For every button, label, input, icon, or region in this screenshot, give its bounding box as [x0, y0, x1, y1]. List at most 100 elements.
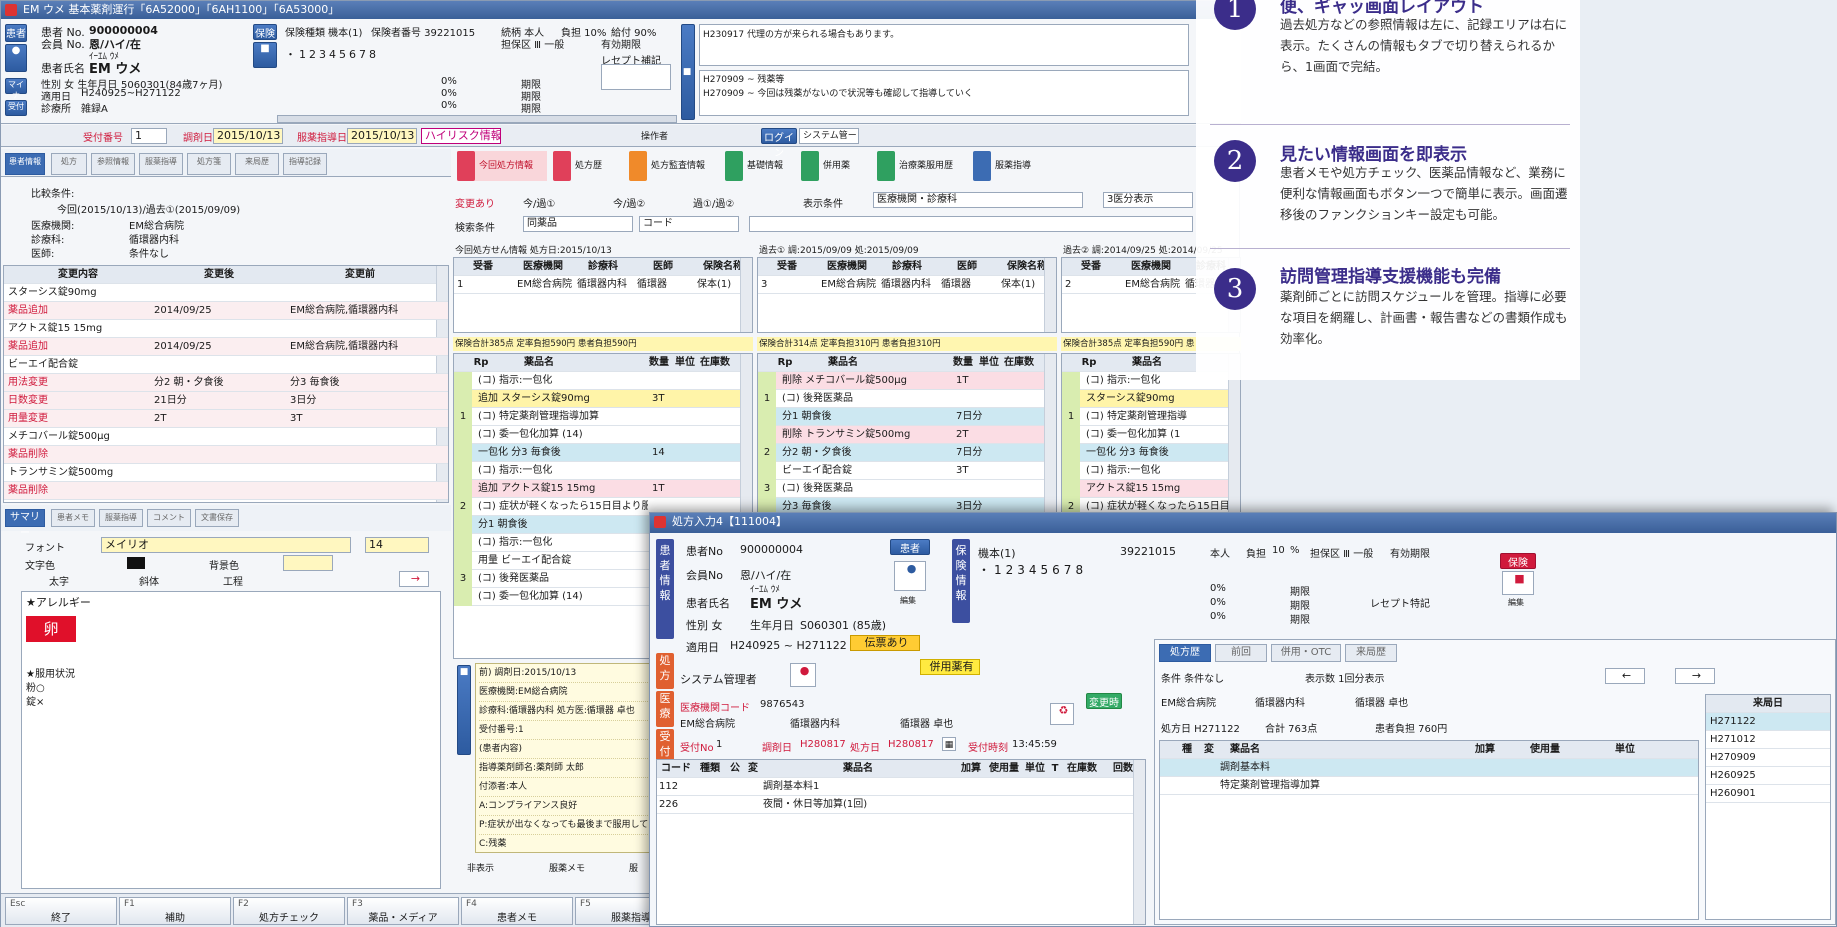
highrisk-button[interactable]: ハイリスク情報	[421, 128, 501, 144]
radio-now-past1[interactable]: 今/過①	[523, 195, 555, 210]
changes-row[interactable]: トランサミン錠500mg	[4, 464, 448, 482]
tab-rx[interactable]: 処方	[51, 153, 87, 175]
tab-comment[interactable]: コメント	[147, 509, 191, 527]
ov-grid-row[interactable]: 226 夜間・休日等加算(1回)	[657, 796, 1145, 814]
ov-pharmacist-icon[interactable]: ●	[790, 663, 816, 687]
ov-visit-date[interactable]: H260901	[1706, 785, 1830, 803]
rx-drug-row[interactable]: スターシス錠90mg	[1062, 390, 1240, 408]
search-cond-select[interactable]: 同薬品	[523, 216, 633, 232]
changes-row[interactable]: 用法変更 分2 朝・夕食後 分3 毎食後	[4, 374, 448, 392]
rx-drug-row[interactable]: 削除 トランサミン錠500mg 2T	[758, 426, 1056, 444]
rx-drug-row[interactable]: (コ) 指示:一包化	[454, 372, 752, 390]
changes-row[interactable]: 薬品追加 2014/09/25 EM総合病院,循環器内科	[4, 302, 448, 320]
changes-row[interactable]: 用量変更 2T 3T	[4, 410, 448, 428]
tab-record[interactable]: 指導記録	[283, 153, 327, 175]
ov-recycle-icon[interactable]: ♻	[1050, 703, 1074, 725]
rx-drug-row[interactable]: 2 分2 朝・夕食後 7日分	[758, 444, 1056, 462]
ov-tab-visits[interactable]: 来局歴	[1345, 644, 1397, 662]
concomitant-button[interactable]: 併用薬	[801, 151, 871, 181]
italic-checkbox[interactable]: 斜体	[139, 573, 159, 588]
memo-box-2[interactable]: H270909 ~ 残薬等 H270909 ~ 今回は残薬がないので状況等も確認…	[699, 70, 1189, 116]
changes-row[interactable]: ビーエイ配合錠	[4, 356, 448, 374]
treatment-history-button[interactable]: 治療薬服用歴	[877, 151, 967, 181]
tab-visit[interactable]: 来局歴	[235, 153, 279, 175]
ov-concomitant-status[interactable]: 併用薬有	[920, 659, 980, 675]
ov-visit-date[interactable]: H260925	[1706, 767, 1830, 785]
dispense-date-field[interactable]: 2015/10/13	[213, 128, 283, 144]
ov-tab-rx-history[interactable]: 処方歴	[1159, 644, 1211, 662]
insurance-tag[interactable]: 保険	[253, 24, 277, 40]
ov-patient-avatar[interactable]: ●	[894, 561, 926, 591]
rx-drug-row[interactable]: アクトス錠15 15mg1T	[1062, 480, 1240, 498]
changes-row[interactable]: メチコバール錠500μg	[4, 428, 448, 446]
summary-textarea[interactable]: ★アレルギー 卵 ★服用状況 粉○ 錠×	[21, 591, 441, 889]
tab-summary[interactable]: サマリー	[5, 509, 45, 539]
rx-drug-row[interactable]: 1 (コ) 特定薬剤管理指導	[1062, 408, 1240, 426]
ov-memo-button[interactable]: 伝票あり	[850, 635, 920, 651]
rx-visit-row[interactable]: 3 EM総合病院 循環器内科 循環器 保本(1)	[758, 276, 1056, 294]
ov-ins-button[interactable]: 保険	[1500, 553, 1536, 569]
code-search-input[interactable]	[749, 216, 1193, 232]
rx-drug-row[interactable]: (コ) 委一包化加算 (1	[1062, 426, 1240, 444]
rx-drug-row[interactable]: 1 (コ) 後発医薬品	[758, 390, 1056, 408]
function-key[interactable]: F4 患者メモ	[461, 897, 573, 925]
guidance-button[interactable]: 服薬指導	[973, 151, 1053, 181]
ov-visit-date[interactable]: H270909	[1706, 749, 1830, 767]
reception-tag[interactable]: 受付	[5, 100, 27, 116]
font-size-select[interactable]: 14	[365, 537, 429, 553]
function-key[interactable]: F1 補助	[119, 897, 231, 925]
ov-ins-edit[interactable]: 編集	[1508, 597, 1524, 608]
changes-row[interactable]: 薬品追加 2014/09/25 EM総合病院,循環器内科	[4, 338, 448, 356]
underline-checkbox[interactable]: 工程	[223, 573, 243, 588]
rx-visit-scrollbar[interactable]	[1044, 258, 1056, 332]
system-user-field[interactable]: システム管ー	[799, 128, 859, 144]
memo-box-1[interactable]: H230917 代理の方が来られる場合もあります。	[699, 24, 1189, 66]
tab-patient-memo[interactable]: 患者メモ	[51, 509, 95, 527]
login-button[interactable]: ログイン	[761, 128, 797, 159]
rx-drug-row[interactable]: 一包化 分3 毎食後14	[1062, 444, 1240, 462]
ov-patient-button[interactable]: 患者	[890, 539, 930, 555]
ov-next-button[interactable]: →	[1675, 668, 1715, 684]
radio-memo[interactable]: 服薬メモ	[549, 861, 585, 874]
rx-history-button[interactable]: 処方歴	[553, 151, 623, 181]
changes-row[interactable]: アクトス錠15 15mg	[4, 320, 448, 338]
rx-drug-row[interactable]: 分1 朝食後 7日分	[758, 408, 1056, 426]
function-key[interactable]: Esc 終了	[5, 897, 117, 925]
text-color-swatch[interactable]	[127, 557, 145, 569]
patient-icon[interactable]: ●	[5, 44, 27, 72]
rx-visit-row[interactable]: 1 EM総合病院 循環器内科 循環器 保本(1)	[454, 276, 752, 294]
rx-drug-row[interactable]: 3 (コ) 後発医薬品	[758, 480, 1056, 498]
tab-doc-save[interactable]: 文書保存	[195, 509, 239, 527]
changes-row[interactable]: 日数変更 21日分 3日分	[4, 392, 448, 410]
exam-date-field[interactable]: 2015/10/13	[347, 128, 417, 144]
ov-tab-previous[interactable]: 前回	[1215, 644, 1267, 662]
function-key[interactable]: F2 処方チェック	[233, 897, 345, 925]
receipt-field[interactable]	[601, 64, 671, 90]
rx-drug-row[interactable]: (コ) 委一包化加算 (14)	[454, 426, 752, 444]
insert-button[interactable]: →	[399, 571, 429, 587]
ov-tab-otc[interactable]: 併用・OTC	[1271, 644, 1341, 662]
ov-prev-button[interactable]: ←	[1605, 668, 1645, 684]
patient-tag[interactable]: 患者	[5, 24, 27, 42]
current-rx-button[interactable]: 今回処方情報	[457, 151, 547, 181]
ov-change-button[interactable]: 変更時	[1086, 693, 1122, 709]
rx-drug-row[interactable]: 追加 スターシス錠90mg 3T	[454, 390, 752, 408]
font-select[interactable]: メイリオ	[101, 537, 351, 553]
rx-drug-row[interactable]: 1 (コ) 特定薬剤管理指導加算	[454, 408, 752, 426]
code-select[interactable]: コード	[639, 216, 739, 232]
rx-visit-scrollbar[interactable]	[740, 258, 752, 332]
radio-other[interactable]: 服	[629, 861, 638, 874]
ov-display-count[interactable]: 表示数 1回分表示	[1305, 670, 1385, 685]
tab-patient-info[interactable]: 患者情報	[5, 153, 45, 175]
ins-note-field[interactable]	[277, 115, 677, 123]
tab-guidance[interactable]: 服薬指導	[139, 153, 183, 175]
tab-reference[interactable]: 参照情報	[91, 153, 135, 175]
guidance-text[interactable]: 前) 調剤日:2015/10/13 医療機関:EM総合病院 診療科:循環器内科 処方…	[475, 663, 671, 853]
ov-ins-book-icon[interactable]: ■	[1502, 571, 1534, 595]
ov-grid-row[interactable]: 112 調剤基本料1	[657, 778, 1145, 796]
function-key[interactable]: F3 薬品・メディア	[347, 897, 459, 925]
rx-drug-row[interactable]: (コ) 指示:一包化	[1062, 462, 1240, 480]
reception-no-field[interactable]: 1	[131, 128, 167, 144]
rx-drug-row[interactable]: ビーエイ配合錠 3T	[758, 462, 1056, 480]
ov-right-row[interactable]: 調剤基本料	[1160, 759, 1698, 777]
